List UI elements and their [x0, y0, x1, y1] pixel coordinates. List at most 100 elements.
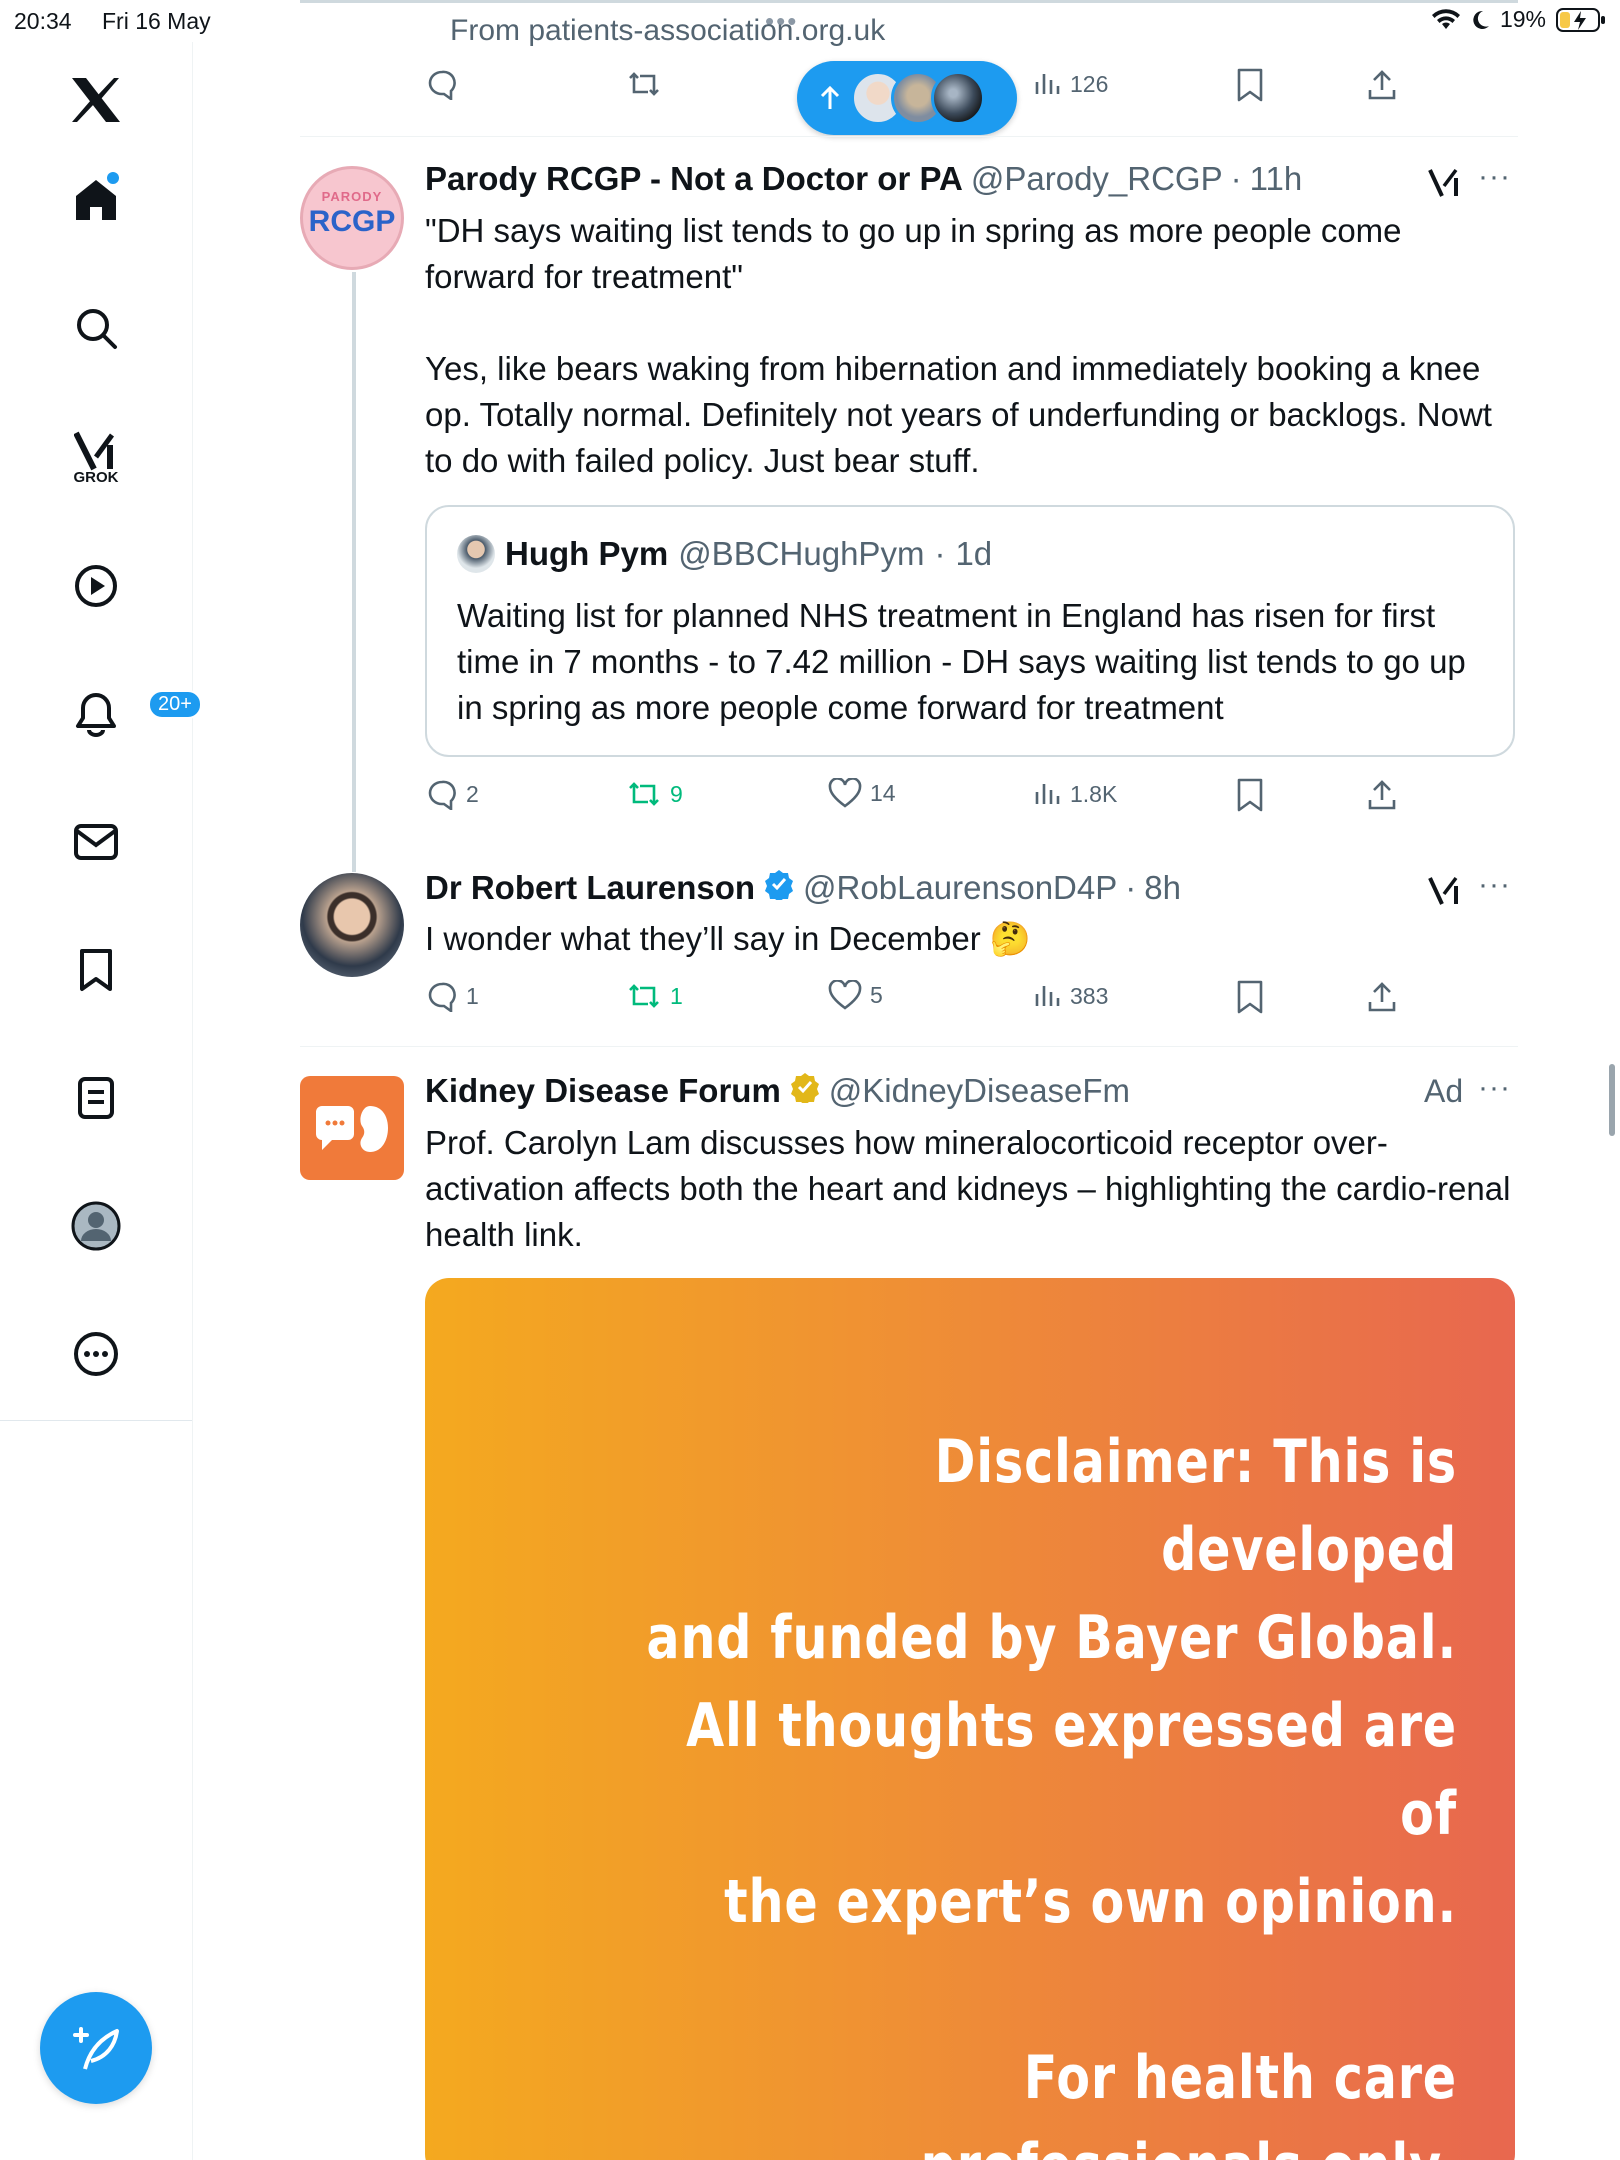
wifi-icon — [1431, 8, 1460, 31]
like-button[interactable]: 5 — [828, 980, 883, 1010]
post-time[interactable]: 11h — [1250, 160, 1303, 198]
nav-notifications[interactable]: 20+ — [60, 678, 202, 750]
bar-chart-icon — [1035, 986, 1060, 1006]
reply-icon — [428, 70, 456, 100]
reply-button[interactable]: 2 — [426, 778, 479, 810]
repost-count: 9 — [670, 780, 683, 807]
nav-bookmarks[interactable] — [60, 934, 132, 1006]
views-button[interactable]: 1.8K — [1034, 780, 1117, 808]
grok-icon — [74, 431, 115, 470]
grok-label: GROK — [73, 468, 119, 486]
post-text: Prof. Carolyn Lam discusses how mineralo… — [425, 1124, 1520, 1253]
views-count: 126 — [1070, 70, 1109, 97]
verified-badge-icon — [763, 868, 795, 908]
nav-home[interactable] — [60, 164, 132, 236]
new-posts-avatars — [851, 71, 985, 125]
quote-time: 1d — [955, 535, 993, 572]
views-button[interactable]: 383 — [1034, 982, 1108, 1010]
divider — [300, 136, 1518, 137]
bookmark-icon — [80, 949, 112, 991]
avatar — [931, 71, 985, 125]
repost-button[interactable] — [626, 68, 662, 100]
home-notification-dot — [107, 172, 119, 184]
like-button[interactable]: 14 — [828, 778, 896, 808]
top-card-edge — [300, 0, 1518, 3]
nav-video[interactable] — [60, 550, 132, 622]
ad-media-text: Disclaimer: This is developed and funded… — [637, 1418, 1457, 2160]
views-count: 1.8K — [1070, 780, 1118, 807]
search-icon — [77, 309, 117, 349]
quote-author-handle: @BBCHughPym — [678, 535, 925, 572]
post-time[interactable]: 8h — [1144, 869, 1181, 907]
ad-media-spacer — [637, 1946, 1457, 2034]
views-button[interactable]: 126 — [1034, 70, 1108, 98]
nav-more[interactable] — [60, 1318, 132, 1390]
post-header: Dr Robert Laurenson @RobLaurensonD4P · 8… — [425, 868, 1181, 908]
battery-charging-icon — [1556, 7, 1606, 33]
bookmark-button[interactable] — [1236, 980, 1264, 1014]
grok-explain-icon[interactable] — [1428, 874, 1462, 913]
share-icon — [1368, 982, 1396, 1012]
avatar[interactable] — [300, 1076, 404, 1180]
author-handle[interactable]: @KidneyDiseaseFm — [829, 1072, 1130, 1110]
repost-button[interactable]: 9 — [626, 778, 683, 810]
quoted-post[interactable]: Hugh Pym @BBCHughPym · 1d Waiting list f… — [425, 505, 1515, 757]
bookmark-button[interactable] — [1236, 68, 1264, 102]
separator-dot: · — [934, 535, 946, 572]
avatar[interactable] — [300, 873, 404, 977]
list-document-icon — [78, 1077, 114, 1119]
nav-profile[interactable] — [60, 1190, 132, 1262]
quote-header: Hugh Pym @BBCHughPym · 1d — [457, 535, 992, 573]
nav-lists[interactable] — [60, 1062, 132, 1134]
author-name[interactable]: Kidney Disease Forum — [425, 1072, 781, 1110]
grok-explain-icon[interactable] — [1428, 166, 1462, 205]
scrollbar-thumb[interactable] — [1609, 1064, 1615, 1136]
divider — [300, 1046, 1518, 1047]
bell-icon — [76, 693, 116, 737]
new-posts-pill[interactable] — [797, 61, 1017, 135]
more-circle-icon — [74, 1332, 118, 1376]
thread-connector — [352, 272, 356, 872]
share-button[interactable] — [1366, 980, 1398, 1014]
author-name[interactable]: Parody RCGP - Not a Doctor or PA — [425, 160, 963, 198]
bookmark-icon — [1237, 980, 1263, 1014]
status-time: 20:34 — [14, 8, 72, 34]
author-handle[interactable]: @RobLaurensonD4P — [803, 869, 1117, 907]
battery-percent: 19% — [1499, 6, 1546, 32]
avatar — [457, 535, 495, 573]
bookmark-button[interactable] — [1236, 778, 1264, 812]
nav-messages[interactable] — [60, 806, 132, 878]
author-name[interactable]: Dr Robert Laurenson — [425, 869, 755, 907]
more-options-icon[interactable]: ··· — [1478, 868, 1511, 902]
nav-search[interactable] — [60, 292, 132, 364]
reply-button[interactable]: 1 — [426, 980, 479, 1012]
share-icon — [1368, 780, 1396, 810]
share-button[interactable] — [1366, 778, 1398, 812]
share-button[interactable] — [1366, 68, 1398, 102]
more-options-icon[interactable]: ··· — [1478, 1071, 1511, 1105]
verified-gold-badge-icon — [789, 1071, 821, 1111]
ad-media-image[interactable]: Disclaimer: This is developed and funded… — [425, 1278, 1515, 2160]
author-handle[interactable]: @Parody_RCGP — [971, 160, 1223, 198]
envelope-icon — [74, 824, 118, 860]
compose-post-button[interactable] — [40, 1992, 152, 2104]
repost-icon — [629, 984, 659, 1008]
repost-button[interactable]: 1 — [626, 980, 683, 1012]
reply-button[interactable] — [426, 68, 458, 100]
play-circle-icon — [75, 565, 117, 607]
bookmark-icon — [1237, 778, 1263, 812]
heart-icon — [828, 980, 862, 1010]
link-source[interactable]: From patients-association.org.uk — [450, 14, 885, 48]
x-logo[interactable] — [60, 64, 132, 136]
more-options-icon[interactable]: ··· — [1478, 160, 1511, 194]
like-count: 14 — [870, 779, 896, 806]
repost-icon — [629, 72, 659, 96]
bar-chart-icon — [1035, 784, 1060, 804]
moon-icon — [1470, 9, 1490, 31]
sidebar-divider — [0, 1420, 192, 1421]
avatar[interactable]: PARODY RCGP — [300, 166, 404, 270]
nav-grok[interactable]: GROK — [60, 422, 132, 494]
post-header: Parody RCGP - Not a Doctor or PA @Parody… — [425, 160, 1302, 198]
ad-media-line: and funded by Bayer Global. — [646, 1603, 1457, 1673]
sidebar: GROK 20+ — [0, 42, 202, 2160]
